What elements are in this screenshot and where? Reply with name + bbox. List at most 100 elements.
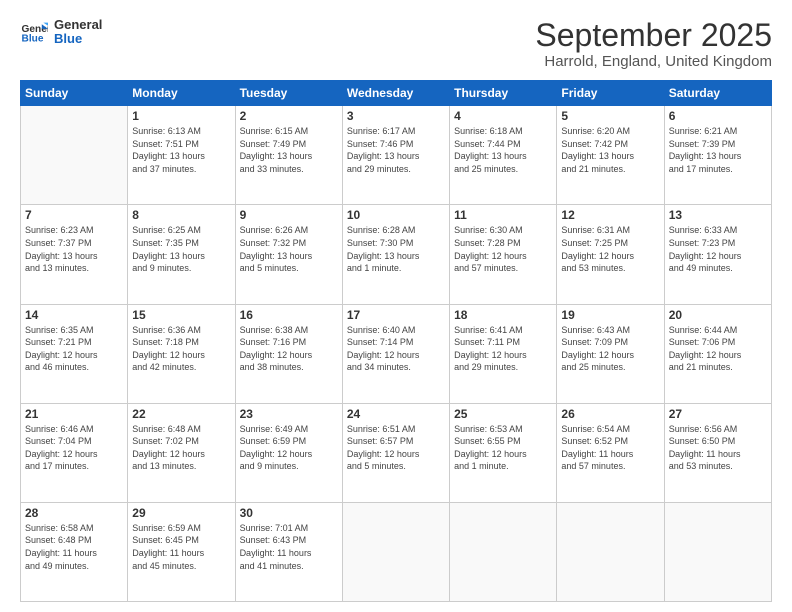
- day-info: Sunrise: 6:44 AM Sunset: 7:06 PM Dayligh…: [669, 324, 767, 374]
- table-row: 20Sunrise: 6:44 AM Sunset: 7:06 PM Dayli…: [664, 304, 771, 403]
- day-number: 27: [669, 407, 767, 421]
- calendar-row: 14Sunrise: 6:35 AM Sunset: 7:21 PM Dayli…: [21, 304, 772, 403]
- logo-icon: General Blue: [20, 18, 48, 46]
- table-row: 28Sunrise: 6:58 AM Sunset: 6:48 PM Dayli…: [21, 502, 128, 601]
- day-number: 22: [132, 407, 230, 421]
- day-info: Sunrise: 6:59 AM Sunset: 6:45 PM Dayligh…: [132, 522, 230, 572]
- day-info: Sunrise: 6:28 AM Sunset: 7:30 PM Dayligh…: [347, 224, 445, 274]
- day-number: 25: [454, 407, 552, 421]
- table-row: [342, 502, 449, 601]
- day-info: Sunrise: 6:33 AM Sunset: 7:23 PM Dayligh…: [669, 224, 767, 274]
- day-number: 18: [454, 308, 552, 322]
- day-number: 16: [240, 308, 338, 322]
- day-info: Sunrise: 6:49 AM Sunset: 6:59 PM Dayligh…: [240, 423, 338, 473]
- col-tuesday: Tuesday: [235, 81, 342, 106]
- table-row: 13 Sunrise: 6:33 AM Sunset: 7:23 PM Dayli…: [664, 205, 771, 304]
- day-number: 5: [561, 109, 659, 123]
- day-info: Sunrise: 6:17 AM Sunset: 7:46 PM Dayligh…: [347, 125, 445, 175]
- table-row: 29 Sunrise: 6:59 AM Sunset: 6:45 PM Dayli…: [128, 502, 235, 601]
- day-number: 12: [561, 208, 659, 222]
- day-info: Sunrise: 6:23 AM Sunset: 7:37 PM Dayligh…: [25, 224, 123, 274]
- day-number: 15: [132, 308, 230, 322]
- col-friday: Friday: [557, 81, 664, 106]
- table-row: 9 Sunrise: 6:26 AM Sunset: 7:32 PM Daylig…: [235, 205, 342, 304]
- day-number: 3: [347, 109, 445, 123]
- day-number: 29: [132, 506, 230, 520]
- day-info: Sunrise: 6:31 AM Sunset: 7:25 PM Dayligh…: [561, 224, 659, 274]
- day-number: 8: [132, 208, 230, 222]
- day-number: 13: [669, 208, 767, 222]
- table-row: [21, 106, 128, 205]
- table-row: 1 Sunrise: 6:13 AM Sunset: 7:51 PM Daylig…: [128, 106, 235, 205]
- day-number: 30: [240, 506, 338, 520]
- logo-line2: Blue: [54, 32, 102, 46]
- calendar-row: 7 Sunrise: 6:23 AM Sunset: 7:37 PM Daylig…: [21, 205, 772, 304]
- table-row: 16Sunrise: 6:38 AM Sunset: 7:16 PM Dayli…: [235, 304, 342, 403]
- day-number: 26: [561, 407, 659, 421]
- day-info: Sunrise: 6:51 AM Sunset: 6:57 PM Dayligh…: [347, 423, 445, 473]
- table-row: 24 Sunrise: 6:51 AM Sunset: 6:57 PM Dayli…: [342, 403, 449, 502]
- table-row: [664, 502, 771, 601]
- table-row: 8 Sunrise: 6:25 AM Sunset: 7:35 PM Daylig…: [128, 205, 235, 304]
- table-row: 21 Sunrise: 6:46 AM Sunset: 7:04 PM Dayli…: [21, 403, 128, 502]
- calendar-row: 1 Sunrise: 6:13 AM Sunset: 7:51 PM Daylig…: [21, 106, 772, 205]
- day-info: Sunrise: 6:53 AM Sunset: 6:55 PM Dayligh…: [454, 423, 552, 473]
- table-row: 10 Sunrise: 6:28 AM Sunset: 7:30 PM Dayli…: [342, 205, 449, 304]
- table-row: 11 Sunrise: 6:30 AM Sunset: 7:28 PM Dayli…: [450, 205, 557, 304]
- logo-line1: General: [54, 18, 102, 32]
- svg-text:Blue: Blue: [22, 34, 44, 45]
- header: General Blue General Blue September 2025…: [20, 18, 772, 70]
- day-number: 17: [347, 308, 445, 322]
- day-info: Sunrise: 6:13 AM Sunset: 7:51 PM Dayligh…: [132, 125, 230, 175]
- day-info: Sunrise: 6:36 AM Sunset: 7:18 PM Dayligh…: [132, 324, 230, 374]
- day-number: 23: [240, 407, 338, 421]
- table-row: 30 Sunrise: 7:01 AM Sunset: 6:43 PM Dayli…: [235, 502, 342, 601]
- day-number: 1: [132, 109, 230, 123]
- day-number: 9: [240, 208, 338, 222]
- table-row: 18 Sunrise: 6:41 AM Sunset: 7:11 PM Dayli…: [450, 304, 557, 403]
- title-block: September 2025 Harrold, England, United …: [535, 18, 772, 70]
- day-number: 11: [454, 208, 552, 222]
- day-number: 10: [347, 208, 445, 222]
- col-monday: Monday: [128, 81, 235, 106]
- table-row: 4Sunrise: 6:18 AM Sunset: 7:44 PM Daylig…: [450, 106, 557, 205]
- day-info: Sunrise: 7:01 AM Sunset: 6:43 PM Dayligh…: [240, 522, 338, 572]
- col-wednesday: Wednesday: [342, 81, 449, 106]
- col-thursday: Thursday: [450, 81, 557, 106]
- day-info: Sunrise: 6:54 AM Sunset: 6:52 PM Dayligh…: [561, 423, 659, 473]
- day-info: Sunrise: 6:21 AM Sunset: 7:39 PM Dayligh…: [669, 125, 767, 175]
- day-info: Sunrise: 6:30 AM Sunset: 7:28 PM Dayligh…: [454, 224, 552, 274]
- day-info: Sunrise: 6:25 AM Sunset: 7:35 PM Dayligh…: [132, 224, 230, 274]
- day-number: 24: [347, 407, 445, 421]
- table-row: 7 Sunrise: 6:23 AM Sunset: 7:37 PM Daylig…: [21, 205, 128, 304]
- table-row: 3 Sunrise: 6:17 AM Sunset: 7:46 PM Daylig…: [342, 106, 449, 205]
- day-number: 6: [669, 109, 767, 123]
- day-info: Sunrise: 6:41 AM Sunset: 7:11 PM Dayligh…: [454, 324, 552, 374]
- table-row: 6 Sunrise: 6:21 AM Sunset: 7:39 PM Daylig…: [664, 106, 771, 205]
- day-number: 4: [454, 109, 552, 123]
- col-sunday: Sunday: [21, 81, 128, 106]
- day-number: 19: [561, 308, 659, 322]
- day-info: Sunrise: 6:46 AM Sunset: 7:04 PM Dayligh…: [25, 423, 123, 473]
- table-row: 2Sunrise: 6:15 AM Sunset: 7:49 PM Daylig…: [235, 106, 342, 205]
- table-row: [450, 502, 557, 601]
- table-row: 23 Sunrise: 6:49 AM Sunset: 6:59 PM Dayli…: [235, 403, 342, 502]
- day-info: Sunrise: 6:35 AM Sunset: 7:21 PM Dayligh…: [25, 324, 123, 374]
- calendar-row: 21 Sunrise: 6:46 AM Sunset: 7:04 PM Dayli…: [21, 403, 772, 502]
- table-row: 25 Sunrise: 6:53 AM Sunset: 6:55 PM Dayli…: [450, 403, 557, 502]
- table-row: 12 Sunrise: 6:31 AM Sunset: 7:25 PM Dayli…: [557, 205, 664, 304]
- table-row: 14Sunrise: 6:35 AM Sunset: 7:21 PM Dayli…: [21, 304, 128, 403]
- calendar-row: 28Sunrise: 6:58 AM Sunset: 6:48 PM Dayli…: [21, 502, 772, 601]
- day-info: Sunrise: 6:56 AM Sunset: 6:50 PM Dayligh…: [669, 423, 767, 473]
- calendar-table: Sunday Monday Tuesday Wednesday Thursday…: [20, 80, 772, 602]
- table-row: 22Sunrise: 6:48 AM Sunset: 7:02 PM Dayli…: [128, 403, 235, 502]
- day-number: 21: [25, 407, 123, 421]
- table-row: 17Sunrise: 6:40 AM Sunset: 7:14 PM Dayli…: [342, 304, 449, 403]
- table-row: 27 Sunrise: 6:56 AM Sunset: 6:50 PM Dayli…: [664, 403, 771, 502]
- day-number: 7: [25, 208, 123, 222]
- day-info: Sunrise: 6:43 AM Sunset: 7:09 PM Dayligh…: [561, 324, 659, 374]
- day-number: 28: [25, 506, 123, 520]
- calendar-page: General Blue General Blue September 2025…: [0, 0, 792, 612]
- day-info: Sunrise: 6:26 AM Sunset: 7:32 PM Dayligh…: [240, 224, 338, 274]
- table-row: 15 Sunrise: 6:36 AM Sunset: 7:18 PM Dayli…: [128, 304, 235, 403]
